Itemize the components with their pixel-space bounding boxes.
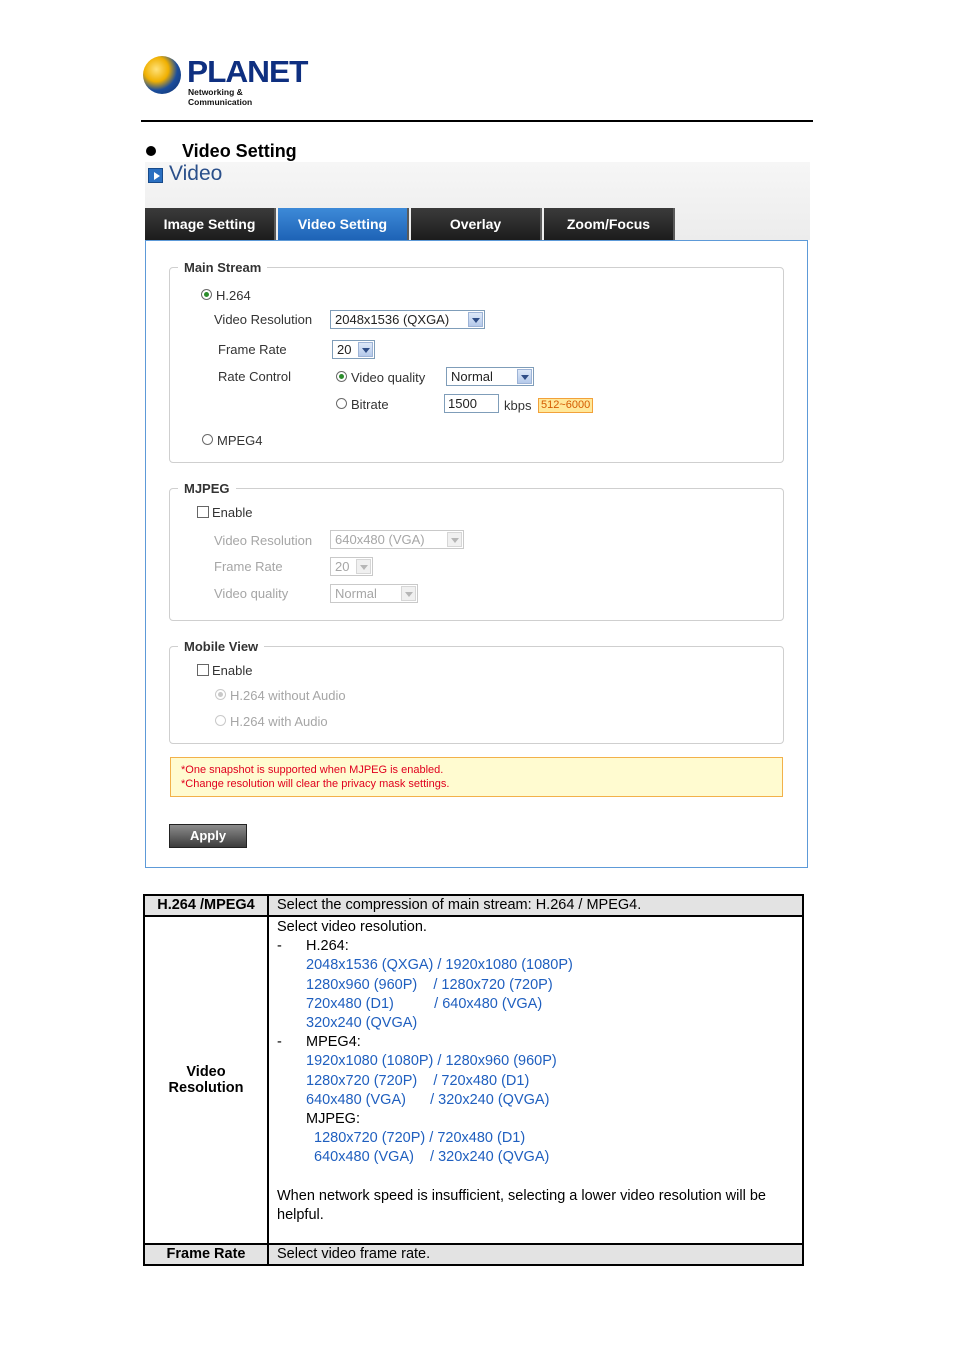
mpeg4-label: MPEG4 [217,433,263,448]
row-h264-mpeg4-key: H.264 /MPEG4 [143,894,269,917]
video-quality-label: Video quality [351,370,426,385]
table-row: Video Resolution Select video resolution… [143,914,804,1246]
row-h264-mpeg4-value: Select the compression of main stream: H… [267,894,804,917]
chevron-down-icon [468,312,483,327]
mpeg4-radio[interactable] [202,434,213,445]
h264-res-line: 2048x1536 (QXGA) / 1920x1080 (1080P) [306,957,573,974]
main-resolution-value: 2048x1536 (QXGA) [335,312,450,327]
mjpeg-resolution-select[interactable]: 640x480 (VGA) [330,530,464,549]
header-divider [141,120,813,122]
row-resolution-value: Select video resolution. - H.264: 2048x15… [267,914,804,1246]
mjpeg-frame-rate-label: Frame Rate [214,559,283,574]
h264-res-line: 1280x960 (960P) / 1280x720 (720P) [306,976,553,993]
main-stream-legend: Main Stream [178,260,268,275]
mobile-no-audio-label: H.264 without Audio [230,688,346,703]
main-frame-rate-select[interactable]: 20 [332,340,375,359]
row-resolution-key: Video Resolution [143,914,269,1246]
main-quality-select[interactable]: Normal [446,367,534,386]
mpeg4-res-line: 1920x1080 (1080P) / 1280x960 (960P) [306,1053,557,1070]
table-row: H.264 /MPEG4 Select the compression of m… [143,894,804,917]
notice-line-1: *One snapshot is supported when MJPEG is… [181,764,444,776]
bitrate-input[interactable]: 1500 [444,394,499,413]
mjpeg-resolution-value: 640x480 (VGA) [335,532,425,547]
rate-control-label: Rate Control [218,369,291,384]
mjpeg-legend: MJPEG [178,481,236,496]
tab-image-setting[interactable]: Image Setting [145,208,276,240]
mjpeg-enable-checkbox[interactable] [197,506,209,518]
panel-title: Video [169,162,223,185]
tab-video-setting[interactable]: Video Setting [278,208,409,240]
h264-radio[interactable] [201,289,212,300]
brand-name: PLANET [187,54,308,89]
mobile-with-audio-label: H.264 with Audio [230,714,328,729]
h264-res-line: 320x240 (QVGA) [306,1015,418,1032]
resolution-footer: When network speed is insufficient, sele… [277,1187,766,1223]
bullet-icon [146,146,156,156]
row-frame-rate-key: Frame Rate [143,1243,269,1267]
list-item: - MPEG4: [277,1034,361,1051]
mobile-enable-checkbox[interactable] [197,664,209,676]
main-resolution-label: Video Resolution [214,312,313,327]
mjpeg-enable-label: Enable [212,505,253,520]
table-row: Frame Rate Select video frame rate. [143,1243,804,1267]
chevron-down-icon [447,532,462,547]
tab-overlay[interactable]: Overlay [411,208,542,240]
mpeg4-list-label: MPEG4: [306,1034,361,1051]
bitrate-unit: kbps [504,398,532,413]
main-frame-rate-label: Frame Rate [218,342,287,357]
brand-tagline: Networking & Communication [188,87,253,107]
row-frame-rate-value: Select video frame rate. [267,1243,804,1267]
mjpeg-quality-select[interactable]: Normal [330,584,418,603]
h264-list-label: H.264: [306,938,349,955]
tab-zoom-focus[interactable]: Zoom/Focus [544,208,675,240]
h264-res-line: 720x480 (D1) / 640x480 (VGA) [306,995,543,1012]
mjpeg-quality-value: Normal [335,586,377,601]
mobile-no-audio-radio[interactable] [215,689,226,700]
mobile-with-audio-radio[interactable] [215,715,226,726]
main-frame-rate-value: 20 [337,342,352,357]
list-item: - H.264: [277,938,349,955]
mobile-enable-label: Enable [212,663,253,678]
h264-label: H.264 [216,288,251,303]
globe-icon [143,56,181,94]
mjpeg-resolution-label: Video Resolution [214,533,313,548]
planet-logo: PLANET Networking & Communication [143,54,308,107]
section-title: Video Setting [182,141,297,161]
mpeg4-res-line: 1280x720 (720P) / 720x480 (D1) [306,1072,530,1089]
mjpeg-frame-rate-select[interactable]: 20 [330,557,373,576]
chevron-down-icon [401,586,416,601]
mjpeg-res-line: 1280x720 (720P) / 720x480 (D1) [314,1130,526,1147]
chevron-down-icon [356,559,371,574]
mjpeg-fieldset [169,488,784,621]
mjpeg-frame-rate-value: 20 [335,559,350,574]
bitrate-range-badge: 512~6000 [538,398,594,413]
mjpeg-res-line: 640x480 (VGA) / 320x240 (QVGA) [314,1149,550,1166]
main-resolution-select[interactable]: 2048x1536 (QXGA) [330,310,485,329]
settings-description-table: H.264 /MPEG4 Select the compression of m… [143,894,804,1267]
main-quality-value: Normal [451,369,493,384]
bitrate-radio[interactable] [336,398,347,409]
apply-button[interactable]: Apply [169,824,247,848]
mjpeg-list-label: MJPEG: [306,1111,360,1128]
chevron-down-icon [358,342,373,357]
bitrate-label: Bitrate [351,397,389,412]
mobile-view-legend: Mobile View [178,639,265,654]
chevron-down-icon [517,369,532,384]
mjpeg-quality-label: Video quality [214,586,289,601]
video-quality-radio[interactable] [336,371,347,382]
notice-line-2: *Change resolution will clear the privac… [181,778,450,790]
mpeg4-res-line: 640x480 (VGA) / 320x240 (QVGA) [306,1091,550,1108]
row-resolution-key-line2: Resolution [168,1080,244,1097]
video-icon [148,168,163,183]
notice-box: *One snapshot is supported when MJPEG is… [170,757,783,797]
resolution-intro: Select video resolution. [277,919,427,935]
row-resolution-key-line1: Video [186,1064,226,1081]
